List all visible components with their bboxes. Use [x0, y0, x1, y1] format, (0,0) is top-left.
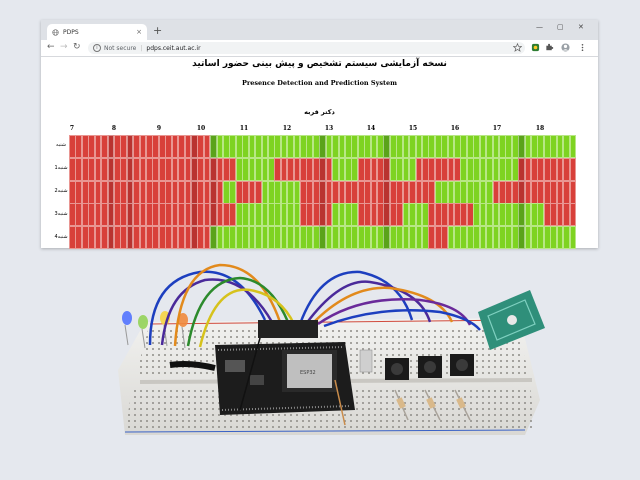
push-button [418, 356, 442, 378]
page-title-en: Presence Detection and Prediction System [241, 79, 398, 87]
menu-icon[interactable] [578, 43, 587, 52]
hour-label: 7 [69, 125, 75, 132]
day-labels: شنبه شنبه1 شنبه2 شنبه3 شنبه4 [54, 134, 68, 249]
absence-cell [569, 203, 577, 227]
push-button [450, 354, 474, 376]
address-bar[interactable]: i Not secure | pdps.ceit.aut.ac.ir [88, 42, 525, 54]
tab-close-icon[interactable]: × [136, 28, 142, 36]
push-button [385, 358, 409, 380]
day-label: شنبه4 [54, 234, 68, 240]
puzzle-icon[interactable] [545, 43, 554, 52]
back-button[interactable]: ← [47, 42, 55, 53]
day-label: شنبه [56, 142, 66, 148]
svg-text:ESP32: ESP32 [300, 370, 316, 376]
led-blue [122, 311, 132, 346]
url-separator: | [140, 44, 143, 52]
day-label: شنبه2 [54, 188, 68, 194]
hour-label: 9 [156, 125, 162, 132]
hour-label: 14 [366, 125, 376, 132]
browser-toolbar: ← → ↻ i Not secure | pdps.ceit.aut.ac.ir [41, 40, 598, 57]
hour-label: 17 [492, 125, 502, 132]
esp32-board: ESP32 [215, 342, 355, 415]
extension-icon[interactable] [531, 43, 540, 52]
tab-bar: PDPS × + — ▢ ✕ [41, 20, 598, 40]
presence-cell [569, 226, 577, 250]
absence-cell [569, 157, 577, 181]
hour-label: 16 [450, 125, 460, 132]
url-text[interactable]: pdps.ceit.aut.ac.ir [146, 45, 200, 52]
hour-label: 8 [111, 125, 117, 132]
absence-cell [569, 180, 577, 204]
star-icon[interactable] [513, 43, 522, 52]
hour-label: 15 [408, 125, 418, 132]
page-content: نسخه آزمایشی سیستم تشخیص و پیش بینی حضور… [41, 57, 598, 250]
profile-avatar[interactable] [561, 43, 570, 52]
slide-switch [359, 349, 373, 373]
page-title-fa: نسخه آزمایشی سیستم تشخیص و پیش بینی حضور… [192, 59, 447, 69]
hour-header: 7 8 9 10 11 12 13 14 15 16 17 18 [69, 125, 576, 134]
info-icon[interactable]: i [93, 44, 101, 52]
presence-grid [69, 135, 577, 250]
hour-label: 13 [324, 125, 334, 132]
hour-label: 10 [196, 125, 206, 132]
hour-label: 18 [535, 125, 545, 132]
browser-tab[interactable]: PDPS × [47, 24, 147, 40]
globe-icon [52, 28, 59, 36]
browser-window: PDPS × + — ▢ ✕ ← → ↻ i Not secure | pdps… [41, 20, 598, 250]
presence-cell [569, 135, 577, 159]
reload-button[interactable]: ↻ [73, 42, 81, 53]
maximize-button[interactable]: ▢ [557, 23, 564, 31]
forward-button[interactable]: → [60, 42, 68, 53]
close-window-button[interactable]: ✕ [578, 23, 584, 31]
hour-label: 12 [282, 125, 292, 132]
person-name: دکتر قربه [304, 108, 335, 116]
new-tab-button[interactable]: + [153, 24, 162, 38]
day-label: شنبه1 [54, 165, 68, 171]
pin-header [258, 320, 318, 338]
rfid-module [478, 290, 545, 350]
minimize-button[interactable]: — [536, 23, 543, 31]
tab-title: PDPS [63, 28, 79, 36]
day-label: شنبه3 [54, 211, 68, 217]
hardware-photo: ESP32 [118, 263, 545, 435]
security-label: Not secure [104, 44, 137, 52]
hour-label: 11 [239, 125, 249, 132]
